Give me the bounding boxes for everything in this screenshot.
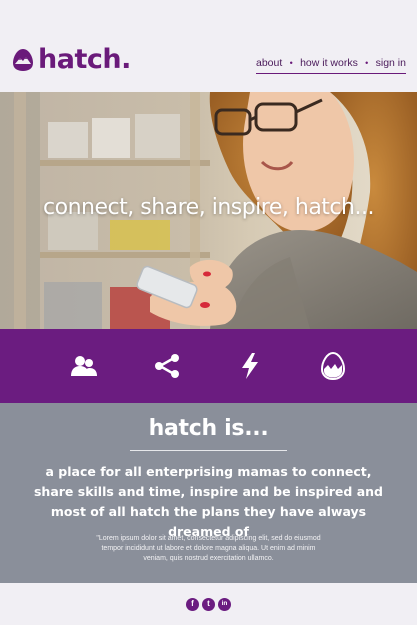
about-title: hatch is... — [148, 416, 269, 441]
lightning-icon[interactable] — [236, 352, 264, 380]
hero-banner: connect, share, inspire, hatch... — [0, 92, 417, 329]
site-header: hatch. about • how it works • sign in — [0, 0, 417, 92]
twitter-icon[interactable]: t — [202, 597, 215, 611]
nav-about[interactable]: about — [256, 57, 282, 69]
people-icon[interactable] — [70, 352, 98, 380]
egg-mountain-icon — [13, 48, 33, 71]
site-footer: f t in — [0, 583, 417, 625]
main-nav: about • how it works • sign in — [256, 57, 406, 74]
about-divider — [130, 450, 287, 451]
brand-logo[interactable]: hatch. — [12, 46, 131, 73]
nav-how-it-works[interactable]: how it works — [300, 57, 358, 69]
about-section: hatch is... a place for all enterprising… — [0, 403, 417, 583]
facebook-icon[interactable]: f — [186, 597, 199, 611]
feature-icon-bar — [0, 329, 417, 403]
about-lead-text: a place for all enterprising mamas to co… — [33, 464, 383, 539]
linkedin-icon[interactable]: in — [218, 597, 231, 611]
nav-separator: • — [365, 58, 369, 68]
nav-sign-in[interactable]: sign in — [376, 57, 406, 69]
about-body-text: "Lorem ipsum dolor sit amet, consectetur… — [96, 535, 321, 562]
nav-separator: • — [289, 58, 293, 68]
hatching-egg-icon[interactable] — [319, 352, 347, 380]
brand-name: hatch. — [38, 44, 131, 75]
share-icon[interactable] — [153, 352, 181, 380]
hero-tagline: connect, share, inspire, hatch... — [43, 195, 374, 220]
